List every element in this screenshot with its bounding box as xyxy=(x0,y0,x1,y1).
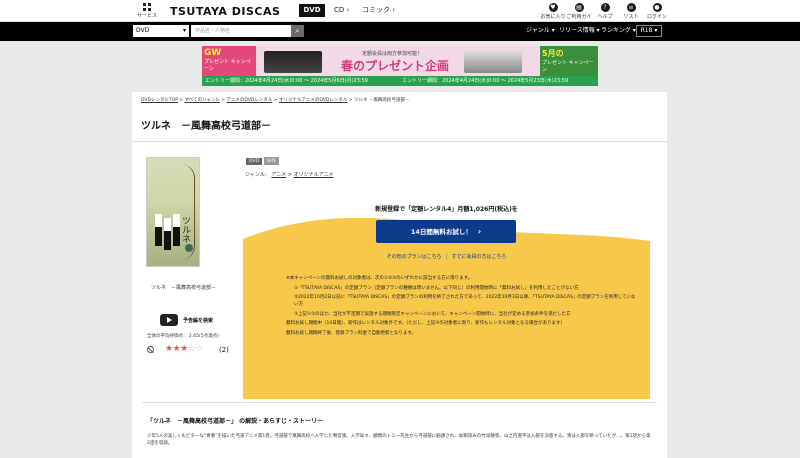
chevron-down-icon: ▾ xyxy=(551,27,555,34)
search-scope-select[interactable]: DVD ▾ xyxy=(133,25,189,37)
campaign-note: ※本キャンペーンの無料お試しの対象者は、次の①②③のいずれかに該当する方に限りま… xyxy=(286,276,473,281)
product-title: ツルネ －風舞高校弓道部－ xyxy=(151,285,217,291)
chevron-down-icon: ▾ xyxy=(654,27,658,34)
star-icon: ★ xyxy=(180,344,188,354)
services-label: サービス xyxy=(136,13,157,19)
badge-dvd: DVD xyxy=(246,158,262,165)
member-link[interactable]: すでに会員の方はこちら xyxy=(451,254,506,260)
banner-period-2: エントリー期間：2024年4月24日(水)0:00 ～ 2024年5月23日(木… xyxy=(402,78,569,84)
poster-title: ツルネ xyxy=(180,216,190,243)
banner-subtext: 定額会員は両方参加可能！ xyxy=(361,51,422,57)
banner-gw-panel: GW プレゼント キャンペーン xyxy=(202,46,256,76)
review-count[interactable]: (2) xyxy=(219,346,229,354)
chevron-right-icon: › xyxy=(392,6,396,14)
breadcrumb-link[interactable]: オリジナルアニメのDVDレンタル xyxy=(279,98,347,103)
services-menu[interactable]: サービス xyxy=(136,3,158,19)
gadget-image xyxy=(464,51,522,73)
tab-comic[interactable]: コミック › xyxy=(362,4,395,17)
genre-line: ジャンル： アニメ > オリジナルアニメ xyxy=(245,172,334,178)
login-button[interactable]: ● ログイン xyxy=(644,3,670,20)
campaign-note: 無料お試し期間終了後、登録プラン料金で自動更新となります。 xyxy=(286,330,416,336)
nav-genre[interactable]: ジャンル ▾ xyxy=(526,25,555,37)
banner-may-panel: 5月の プレゼント キャンペーン xyxy=(540,46,598,76)
nav-ranking[interactable]: ランキング ▾ xyxy=(601,25,636,37)
divider xyxy=(142,402,657,403)
chevron-right-icon: › xyxy=(346,6,350,14)
help-button[interactable]: ? ヘルプ xyxy=(592,3,618,20)
speaker-image xyxy=(264,51,322,73)
tab-dvd[interactable]: DVD xyxy=(299,4,325,17)
search-bar xyxy=(0,22,800,41)
tab-cd[interactable]: CD › xyxy=(334,4,349,17)
breadcrumb-link[interactable]: DVDレンタルTOP xyxy=(141,98,178,103)
star-rating[interactable]: ★★★☆☆ xyxy=(165,344,203,354)
book-icon: ▤ xyxy=(574,3,584,12)
breadcrumb-link[interactable]: アニメのDVDレンタル xyxy=(227,98,273,103)
search-icon: ⌕ xyxy=(295,27,300,35)
genre-link-child[interactable]: オリジナルアニメ xyxy=(294,172,334,178)
favorites-button[interactable]: ♥ お気に入り xyxy=(540,3,566,20)
play-icon[interactable] xyxy=(160,314,178,326)
star-icon: ☆ xyxy=(195,344,203,354)
genre-label: ジャンル： xyxy=(245,172,270,178)
main-panel: DVDレンタルTOP > すべてのジャンル > アニメのDVDレンタル > オリ… xyxy=(132,92,667,458)
site-logo[interactable]: TSUTAYA DISCAS xyxy=(170,5,280,18)
r18-button[interactable]: R18 ▾ xyxy=(636,25,662,37)
average-rating: 全体の平均評価点： 2.65(5点満点) xyxy=(147,334,219,339)
banner-period-1: エントリー期間：2024年4月24日(水)0:00 ～ 2024年5月6日(月)… xyxy=(205,78,368,84)
campaign-offer: 新規登録で「定額レンタル4」月額1,026円(税込)を xyxy=(375,206,518,213)
genre-link-parent[interactable]: アニメ xyxy=(271,172,286,178)
star-icon: ★ xyxy=(165,344,173,354)
user-icon: ● xyxy=(652,3,662,12)
heart-icon: ♥ xyxy=(548,3,558,12)
breadcrumb-current: ツルネ －風舞高校弓道部－ xyxy=(353,98,410,103)
divider xyxy=(132,141,667,142)
page-title: ツルネ －風舞高校弓道部－ xyxy=(141,121,271,132)
badge-old: 旧作 xyxy=(263,157,279,165)
help-icon: ? xyxy=(600,3,610,12)
free-trial-button[interactable]: 14日間無料お試し！ › xyxy=(376,220,516,243)
campaign-note: ③上記①②のほか、当社が不定期で実施する期間限定キャンペーンにおいて、キャンペー… xyxy=(294,311,571,317)
chevron-down-icon: ▾ xyxy=(596,27,600,34)
rating-row: ★★★☆☆ (2) xyxy=(147,344,237,356)
campaign-note: ①「TSUTAYA DISCAS」の定額プラン（定額プランの種類は問いません。以… xyxy=(294,285,579,291)
badges: DVD 旧作 xyxy=(246,155,281,165)
banner-periods: エントリー期間：2024年4月24日(水)0:00 ～ 2024年5月6日(月)… xyxy=(202,76,598,86)
nav-release[interactable]: リリース情報 ▾ xyxy=(559,25,600,37)
description-title: 「ツルネ －風舞高校弓道部－」 の解説・あらすじ・ストーリー xyxy=(147,418,323,425)
campaign-notes: ※本キャンペーンの無料お試しの対象者は、次の①②③のいずれかに該当する方に限りま… xyxy=(286,275,636,339)
grid-icon xyxy=(143,3,151,11)
list-icon: ≡ xyxy=(626,3,636,12)
trailer-search-link[interactable]: 予告編を検索 xyxy=(183,317,213,324)
chevron-down-icon: ▾ xyxy=(182,27,186,34)
other-plans-link[interactable]: その他のプランはこちら xyxy=(387,254,442,260)
product-poster[interactable]: ツルネ xyxy=(146,157,200,267)
campaign-box: 新規登録で「定額レンタル4」月額1,026円(税込)を 14日間無料お試し！ › … xyxy=(243,195,650,399)
campaign-links: その他のプランはこちら | すでに会員の方はこちら xyxy=(386,254,507,260)
breadcrumb-link[interactable]: すべてのジャンル xyxy=(185,98,220,103)
description-text: 少年5人の美しくもビターな“青春”を描いた弓道アニメ第1巻。弓道部で風舞高校へ入… xyxy=(147,434,651,446)
banner-headline: 春のプレゼント企画 xyxy=(340,59,449,73)
search-button[interactable]: ⌕ xyxy=(291,25,304,37)
site-header: サービス TSUTAYA DISCAS DVD CD › コミック › ♥ お気に… xyxy=(0,0,800,27)
campaign-note: 無料お試し期間中（14日間）、新作はレンタル対象外です。（ただし、上記③の対象者… xyxy=(286,321,565,326)
character-figure xyxy=(164,218,171,250)
poster-seal xyxy=(185,244,193,252)
character-figure xyxy=(155,214,162,246)
list-button[interactable]: ≡ リスト xyxy=(618,3,644,20)
not-interested-icon[interactable] xyxy=(147,346,154,353)
search-input[interactable]: 作品名・人物名 xyxy=(191,25,291,37)
breadcrumb: DVDレンタルTOP > すべてのジャンル > アニメのDVDレンタル > オリ… xyxy=(141,98,410,103)
campaign-note: ②2022年10月2日以前に「TSUTAYA DISCAS」の定額プランの利用を… xyxy=(294,295,636,307)
promo-banner[interactable]: GW プレゼント キャンペーン 定額会員は両方参加可能！ 春のプレゼント企画 5月… xyxy=(202,46,598,86)
chevron-right-icon: › xyxy=(477,227,482,236)
